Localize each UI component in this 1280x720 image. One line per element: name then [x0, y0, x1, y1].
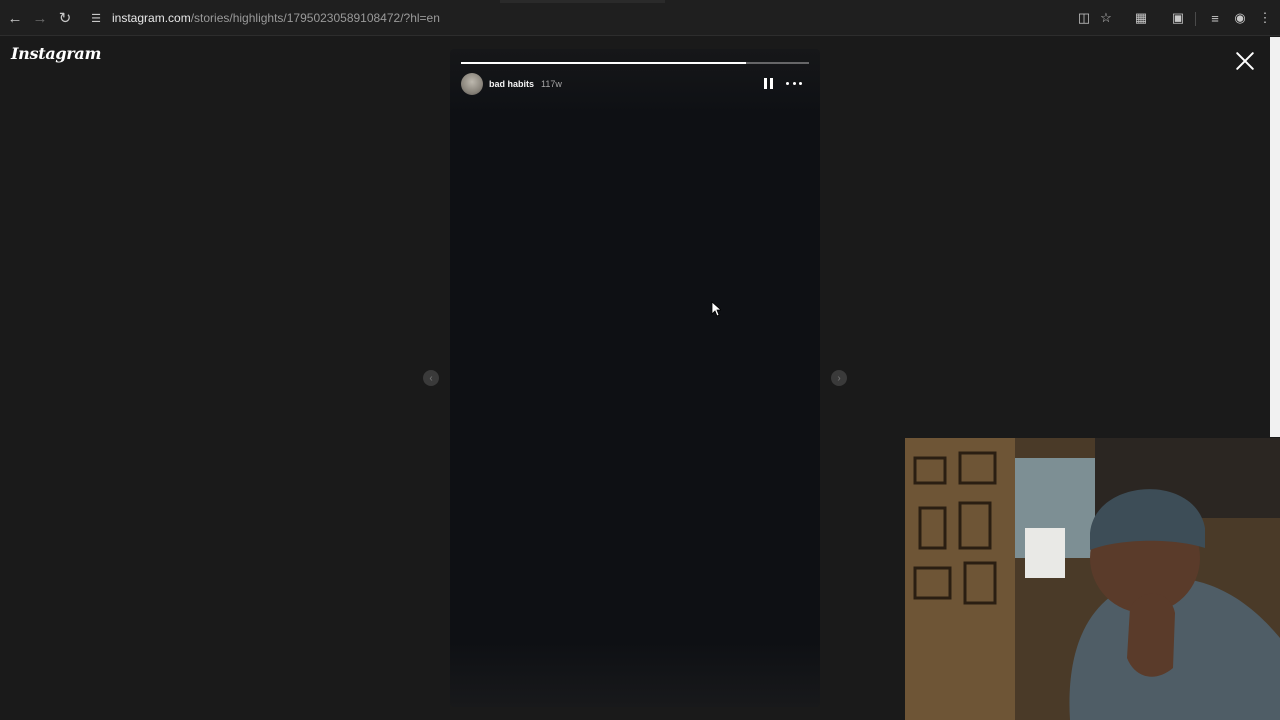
- previous-story-arrow-icon[interactable]: ‹: [423, 370, 439, 386]
- media-control-icon[interactable]: ≡: [1205, 8, 1225, 28]
- reload-icon[interactable]: ↻: [55, 8, 75, 28]
- story-username[interactable]: bad habits: [489, 79, 534, 89]
- tab-search-icon[interactable]: ▣: [1168, 8, 1188, 28]
- more-options-icon[interactable]: [786, 76, 802, 90]
- page-scrollbar[interactable]: [1270, 37, 1280, 437]
- webcam-scene: [905, 438, 1280, 720]
- url-host: instagram.com: [112, 11, 191, 25]
- pause-icon[interactable]: [764, 78, 773, 89]
- webcam-overlay: [905, 438, 1280, 720]
- extensions-icon[interactable]: ▦: [1131, 8, 1151, 28]
- mouse-cursor-icon: [711, 301, 721, 317]
- next-story-arrow-icon[interactable]: ›: [831, 370, 847, 386]
- story-timestamp: 117w: [541, 79, 562, 89]
- story-viewer[interactable]: bad habits 117w: [450, 49, 820, 707]
- site-info-icon[interactable]: ☰: [86, 8, 106, 28]
- instagram-logo[interactable]: Instagram: [11, 44, 101, 63]
- story-progress-fill: [461, 62, 747, 64]
- url-path: /stories/highlights/17950230589108472/?h…: [190, 11, 440, 25]
- browser-toolbar: ← → ↻ ☰ instagram.com/stories/highlights…: [0, 0, 1280, 36]
- story-progress-bar: [461, 62, 809, 64]
- avatar[interactable]: [461, 73, 483, 95]
- tab-strip-edge: [500, 0, 665, 3]
- back-arrow-icon[interactable]: ←: [5, 8, 25, 28]
- install-app-icon[interactable]: ◫: [1074, 8, 1094, 28]
- menu-icon[interactable]: ⋮: [1255, 8, 1275, 28]
- url-text[interactable]: instagram.com/stories/highlights/1795023…: [112, 11, 440, 25]
- close-icon[interactable]: [1232, 48, 1258, 74]
- address-bar[interactable]: ☰ instagram.com/stories/highlights/17950…: [80, 6, 1120, 30]
- story-header: bad habits 117w: [461, 73, 809, 95]
- profile-icon[interactable]: ◉: [1230, 8, 1250, 28]
- star-icon[interactable]: ☆: [1096, 8, 1116, 28]
- toolbar-separator: [1195, 12, 1196, 26]
- forward-arrow-icon[interactable]: →: [30, 8, 50, 28]
